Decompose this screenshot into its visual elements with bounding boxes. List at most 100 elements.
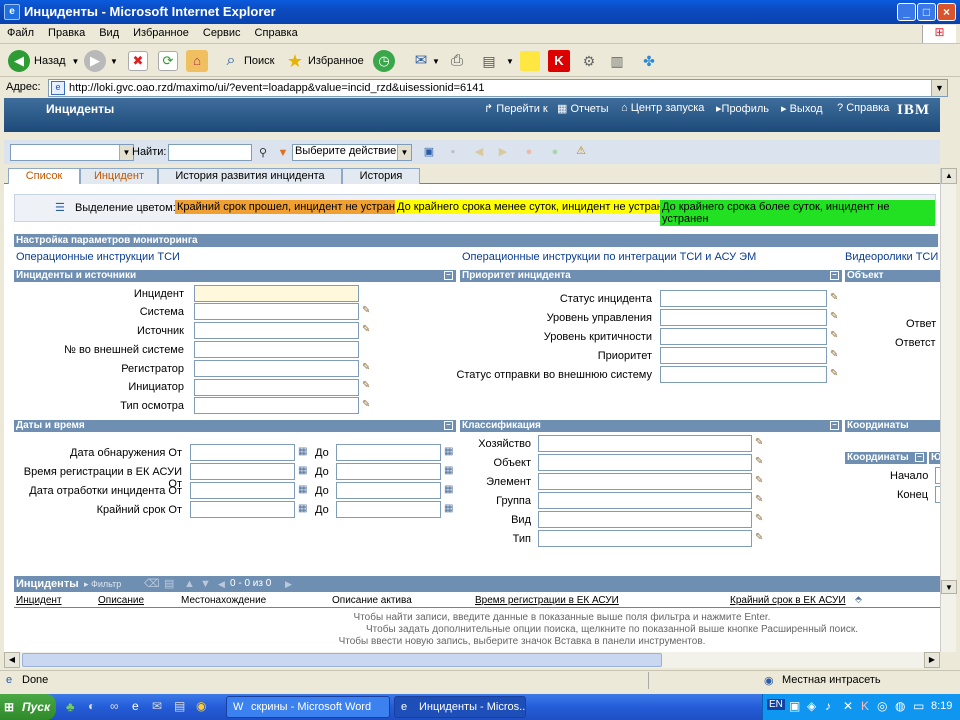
menu-file[interactable]: Файл [0,24,41,39]
previous-record-icon[interactable]: ◀ [472,145,486,159]
search-button[interactable]: ⌕ Поиск [220,49,275,73]
link-tsi-instructions[interactable]: Операционные инструкции ТСИ [16,251,180,263]
priority-input[interactable] [660,347,827,364]
lookup-icon[interactable]: ✎ [830,293,840,303]
detection-date-from[interactable] [190,444,295,461]
registration-time-from[interactable] [190,463,295,480]
lookup-icon[interactable]: ✎ [830,350,840,360]
quick-launch-tree-icon[interactable]: ♣ [66,699,75,714]
registrar-input[interactable] [194,360,359,377]
quick-launch-ie-icon[interactable]: e [132,699,139,713]
collapse-icon[interactable]: – [444,421,453,430]
language-indicator[interactable]: EN [767,699,785,710]
type-input[interactable] [538,530,752,547]
object-input[interactable] [538,454,752,471]
tray-shield-icon[interactable]: ◈ [807,699,816,713]
lookup-icon[interactable]: ✎ [755,457,765,467]
lookup-icon[interactable]: ✎ [830,312,840,322]
filter-toggle[interactable]: ▸ Фильтр [84,576,121,592]
link-start-center[interactable]: ⌂ Центр запуска [621,102,704,114]
note-button[interactable] [520,49,540,73]
tray-antivirus-icon[interactable]: ✕ [843,699,853,713]
forward-button[interactable]: ▶ ▼ [84,49,118,73]
close-button[interactable]: × [937,3,956,21]
calendar-icon[interactable]: ▦ [298,503,311,515]
previous-page-icon[interactable]: ◀ [218,576,225,592]
chevron-down-icon[interactable]: ▼ [931,80,947,96]
menu-favorites[interactable]: Избранное [126,24,196,39]
col-incident[interactable]: Инцидент [16,595,62,606]
home-button[interactable]: ⌂ [186,49,208,73]
lookup-icon[interactable]: ✎ [830,369,840,379]
refresh-button[interactable]: ⟳ [158,49,178,73]
scroll-left-icon[interactable]: ◀ [4,652,20,668]
binoculars-icon[interactable]: ⚲ [256,146,270,160]
processing-date-from[interactable] [190,482,295,499]
edit-button[interactable]: ▤ ▼ [478,49,514,73]
start-button[interactable]: ⊞ Пуск [0,694,56,720]
lookup-icon[interactable]: ✎ [755,495,765,505]
link-reports[interactable]: ▦ Отчеты [557,102,609,115]
next-page-icon[interactable]: ▶ [285,576,292,592]
collapse-icon[interactable]: – [444,271,453,280]
link-integration-instructions[interactable]: Операционные инструкции по интеграции ТС… [462,251,756,263]
saved-query-select[interactable]: ▼ [10,144,134,161]
lookup-icon[interactable]: ✎ [830,331,840,341]
lookup-icon[interactable]: ✎ [362,400,372,410]
address-input[interactable]: e http://loki.gvc.oao.rzd/maximo/ui/?eve… [48,79,948,97]
calendar-icon[interactable]: ▦ [298,484,311,496]
sort-down-icon[interactable]: ▼ [200,576,211,592]
lookup-icon[interactable]: ✎ [755,476,765,486]
send-status-input[interactable] [660,366,827,383]
link-logout[interactable]: ▸ Выход [781,102,823,115]
element-input[interactable] [538,473,752,490]
tab-incident-history[interactable]: История развития инцидента [158,168,342,184]
vertical-scrollbar[interactable]: ▲ ▼ [940,168,957,652]
tray-app-icon[interactable]: ◎ [877,699,887,713]
minimize-button[interactable]: _ [897,3,916,21]
inspection-type-input[interactable] [194,397,359,414]
col-description[interactable]: Описание [98,595,144,606]
quick-launch-outlook-icon[interactable]: ✉ [152,699,162,713]
download-icon[interactable]: ▤ [164,576,174,592]
delete-icon[interactable]: ● [522,145,536,159]
lookup-icon[interactable]: ✎ [755,514,765,524]
quick-launch-media-icon[interactable]: ◉ [196,699,206,713]
collapse-icon[interactable]: – [830,421,839,430]
kind-input[interactable] [538,511,752,528]
lookup-icon[interactable]: ✎ [362,363,372,373]
link-goto[interactable]: ↱ Перейти к [484,102,548,115]
approve-icon[interactable]: ● [548,145,562,159]
tab-history[interactable]: История [342,168,420,184]
incident-status-input[interactable] [660,290,827,307]
link-video[interactable]: Видеоролики ТСИ [845,251,938,263]
lookup-icon[interactable]: ✎ [362,381,372,391]
menu-help[interactable]: Справка [248,24,305,39]
tab-list[interactable]: Список [8,168,80,184]
source-input[interactable] [194,322,359,339]
detection-date-to[interactable] [336,444,441,461]
deadline-to[interactable] [336,501,441,518]
tray-network-icon[interactable]: ▣ [789,699,800,713]
processing-date-to[interactable] [336,482,441,499]
system-input[interactable] [194,303,359,320]
mail-button[interactable]: ✉ ▼ [410,49,440,73]
menu-edit[interactable]: Правка [41,24,92,39]
external-number-input[interactable] [194,341,359,358]
group-input[interactable] [538,492,752,509]
registration-time-to[interactable] [336,463,441,480]
messenger-button[interactable]: ⚙ [578,49,600,73]
menu-tools[interactable]: Сервис [196,24,248,39]
economy-input[interactable] [538,435,752,452]
tray-sync-icon[interactable]: ◍ [895,699,905,713]
collapse-icon[interactable]: – [915,453,924,462]
print-button[interactable]: ⎙ [446,49,468,73]
task-ie[interactable]: e Инциденты - Micros... [394,696,526,718]
collapse-icon[interactable]: – [830,271,839,280]
task-word[interactable]: Wскрины - Microsoft Word [226,696,390,718]
stop-button[interactable]: ✖ [128,49,148,73]
col-deadline[interactable]: Крайний срок в ЕК АСУИ [730,595,846,606]
save-icon[interactable]: ▪ [446,145,460,159]
calendar-icon[interactable]: ▦ [298,446,311,458]
link-profile[interactable]: ▸Профиль [716,102,769,115]
